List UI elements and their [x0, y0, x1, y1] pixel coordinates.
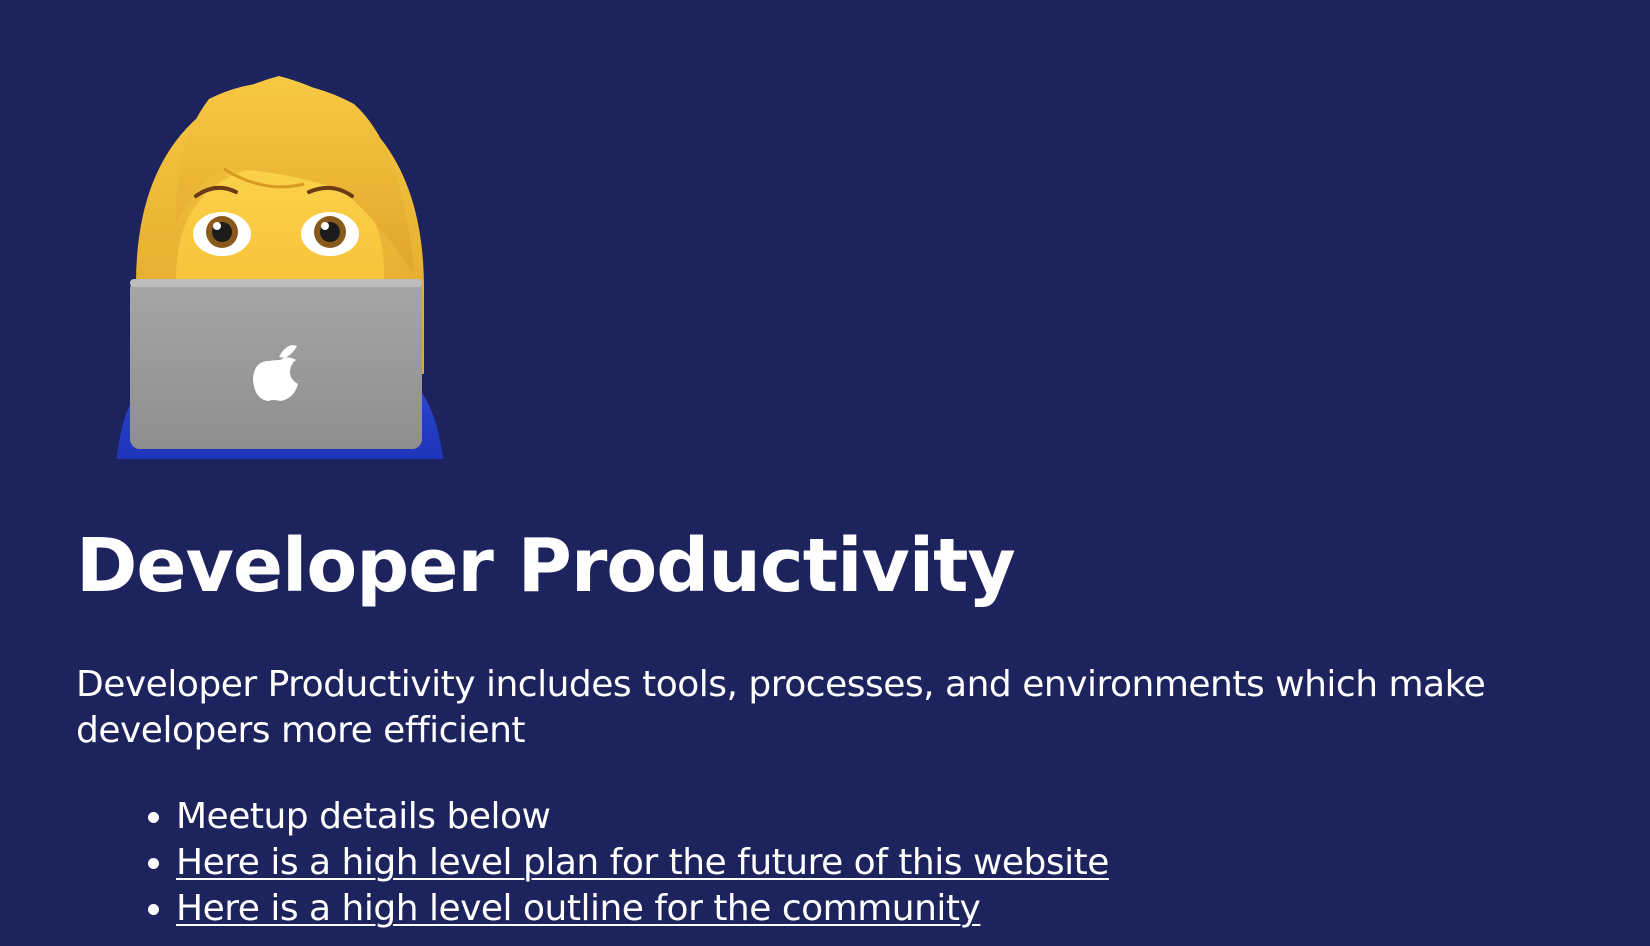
list-item: Here is a high level plan for the future… — [176, 840, 1109, 886]
meetup-details-text: Meetup details below — [176, 796, 551, 837]
list-item: Meetup details below — [176, 794, 1109, 840]
woman-technologist-icon — [104, 74, 454, 459]
community-outline-link[interactable]: Here is a high level outline for the com… — [176, 888, 981, 929]
page-title: Developer Productivity — [76, 523, 1016, 609]
info-list: Meetup details below Here is a high leve… — [76, 794, 1109, 932]
list-item: Here is a high level outline for the com… — [176, 886, 1109, 932]
website-plan-link[interactable]: Here is a high level plan for the future… — [176, 842, 1109, 883]
page-description: Developer Productivity includes tools, p… — [76, 664, 1486, 751]
page: Developer Productivity Developer Product… — [0, 0, 1650, 946]
